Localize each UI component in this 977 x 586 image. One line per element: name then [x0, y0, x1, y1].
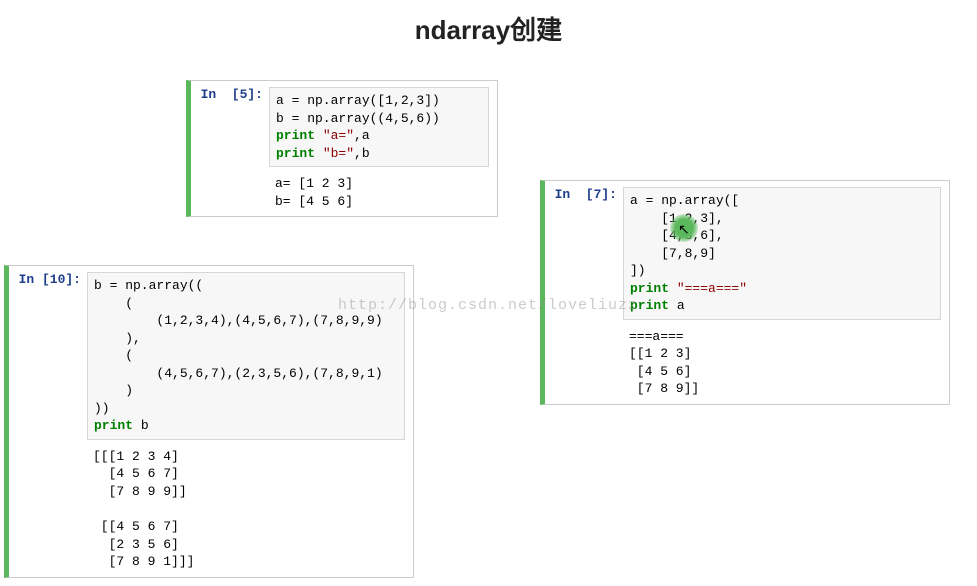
- page-title: ndarray创建: [0, 10, 977, 47]
- code-in-10[interactable]: b = np.array(( ( (1,2,3,4),(4,5,6,7),(7,…: [87, 272, 405, 440]
- output-in-5: a= [1 2 3] b= [4 5 6]: [269, 171, 489, 210]
- prompt-in-7: In [7]:: [551, 187, 623, 202]
- prompt-in-5: In [5]:: [197, 87, 269, 102]
- output-in-7: ===a=== [[1 2 3] [4 5 6] [7 8 9]]: [623, 324, 941, 398]
- cell-in-5: In [5]: a = np.array([1,2,3]) b = np.arr…: [186, 80, 498, 217]
- prompt-in-10: In [10]:: [15, 272, 87, 287]
- cell-in-7: In [7]: a = np.array([ [1,2,3], [4,5,6],…: [540, 180, 950, 405]
- cell-in-10: In [10]: b = np.array(( ( (1,2,3,4),(4,5…: [4, 265, 414, 578]
- code-in-5[interactable]: a = np.array([1,2,3]) b = np.array((4,5,…: [269, 87, 489, 167]
- code-in-7[interactable]: a = np.array([ [1,2,3], [4,5,6], [7,8,9]…: [623, 187, 941, 320]
- output-in-10: [[[1 2 3 4] [4 5 6 7] [7 8 9 9]] [[4 5 6…: [87, 444, 405, 571]
